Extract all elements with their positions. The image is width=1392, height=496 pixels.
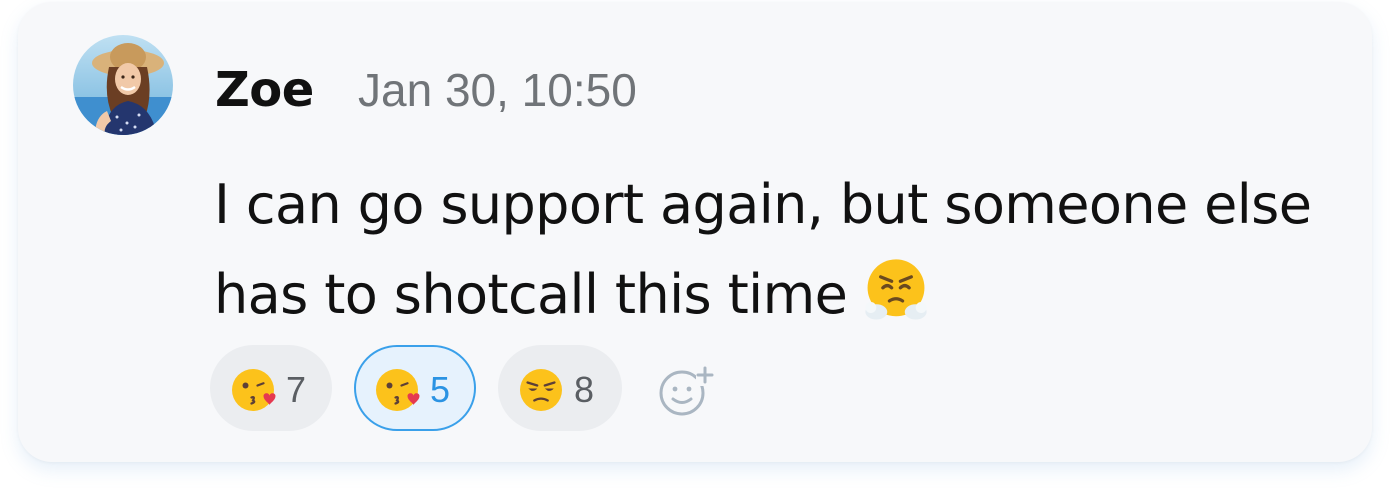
avatar-image	[73, 35, 173, 135]
reaction-pill-unamused[interactable]: 8	[498, 345, 622, 431]
message-text: I can go support again, but someone else…	[214, 173, 1312, 326]
avatar[interactable]	[73, 35, 173, 135]
face-blowing-a-kiss-icon	[232, 369, 276, 411]
reaction-count: 5	[430, 369, 451, 410]
message-body: I can go support again, but someone else…	[214, 160, 1354, 340]
message-timestamp: Jan 30, 10:50	[358, 64, 637, 116]
reaction-pill-kiss-selected[interactable]: 5	[354, 345, 476, 431]
face-with-steam-from-nose-icon	[865, 259, 927, 320]
message-card: Zoe Jan 30, 10:50 I can go support again…	[18, 2, 1372, 462]
reaction-count: 8	[574, 369, 595, 410]
reaction-pill-kiss[interactable]: 7	[210, 345, 332, 431]
unamused-face-icon	[520, 369, 562, 411]
add-reaction-icon[interactable]	[656, 365, 716, 417]
reaction-count: 7	[286, 369, 307, 410]
author-name[interactable]: Zoe	[215, 60, 314, 120]
face-blowing-a-kiss-icon	[376, 369, 420, 411]
